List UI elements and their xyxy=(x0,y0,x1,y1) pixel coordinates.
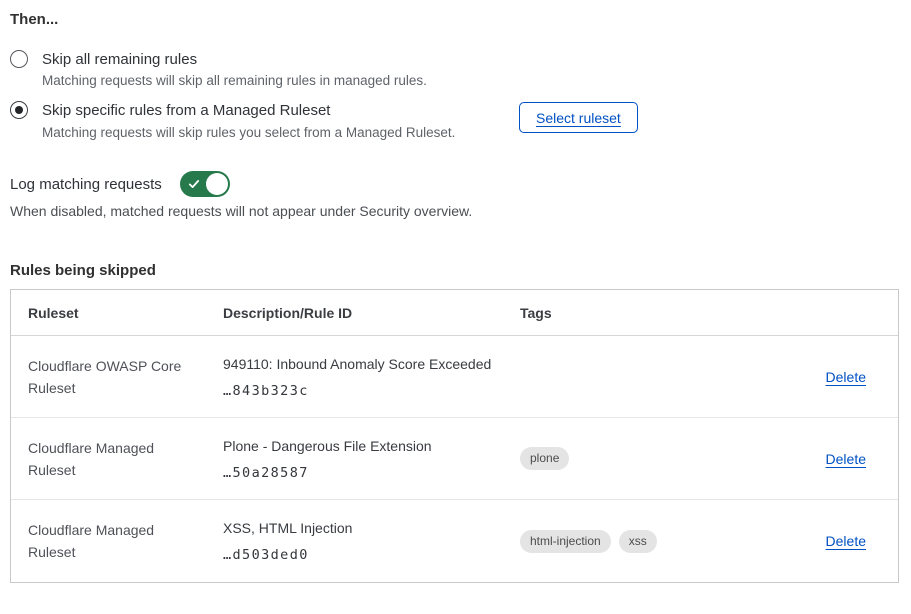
rule-id: …843b323c xyxy=(223,383,506,399)
column-header-tags: Tags xyxy=(506,305,778,321)
rule-description-cell: Plone - Dangerous File Extension …50a285… xyxy=(206,437,506,481)
radio-skip-specific-rules-label[interactable]: Skip specific rules from a Managed Rules… xyxy=(42,101,330,121)
radio-skip-all-rules[interactable] xyxy=(10,50,28,68)
table-row: Cloudflare Managed Ruleset XSS, HTML Inj… xyxy=(11,500,898,582)
table-row: Cloudflare Managed Ruleset Plone - Dange… xyxy=(11,418,898,500)
select-ruleset-button[interactable]: Select ruleset xyxy=(519,102,638,133)
delete-link[interactable]: Delete xyxy=(826,533,866,549)
table-header-row: Ruleset Description/Rule ID Tags xyxy=(11,290,898,336)
rule-description: 949110: Inbound Anomaly Score Exceeded xyxy=(223,355,506,374)
ruleset-name: Cloudflare OWASP Core Ruleset xyxy=(11,355,206,399)
tags-cell: html-injection xss xyxy=(506,530,778,553)
delete-link[interactable]: Delete xyxy=(826,369,866,385)
radio-skip-specific-rules[interactable] xyxy=(10,101,28,119)
then-heading: Then... xyxy=(10,11,58,28)
rule-description: Plone - Dangerous File Extension xyxy=(223,437,506,456)
tag-badge: xss xyxy=(619,530,657,553)
rule-description-cell: XSS, HTML Injection …d503ded0 xyxy=(206,519,506,563)
log-toggle-description: When disabled, matched requests will not… xyxy=(10,203,472,219)
tag-badge: plone xyxy=(520,447,569,470)
radio-skip-all-rules-description: Matching requests will skip all remainin… xyxy=(42,72,427,90)
delete-link[interactable]: Delete xyxy=(826,451,866,467)
rule-description: XSS, HTML Injection xyxy=(223,519,506,538)
tag-badge: html-injection xyxy=(520,530,611,553)
radio-skip-all-rules-label[interactable]: Skip all remaining rules xyxy=(42,50,197,70)
log-matching-requests-label: Log matching requests xyxy=(10,176,162,193)
log-matching-requests-toggle[interactable] xyxy=(180,171,230,197)
rules-being-skipped-heading: Rules being skipped xyxy=(10,262,156,279)
table-row: Cloudflare OWASP Core Ruleset 949110: In… xyxy=(11,336,898,418)
toggle-knob xyxy=(206,173,228,195)
tags-cell: plone xyxy=(506,447,778,470)
ruleset-name: Cloudflare Managed Ruleset xyxy=(11,519,206,563)
column-header-ruleset: Ruleset xyxy=(11,305,206,321)
skipped-rules-table: Ruleset Description/Rule ID Tags Cloudfl… xyxy=(10,289,899,583)
rule-id: …d503ded0 xyxy=(223,547,506,563)
rule-id: …50a28587 xyxy=(223,465,506,481)
radio-skip-specific-rules-description: Matching requests will skip rules you se… xyxy=(42,124,455,142)
check-icon xyxy=(188,178,200,190)
column-header-description: Description/Rule ID xyxy=(206,305,506,321)
radio-selected-dot xyxy=(15,106,23,114)
rule-description-cell: 949110: Inbound Anomaly Score Exceeded …… xyxy=(206,355,506,399)
ruleset-name: Cloudflare Managed Ruleset xyxy=(11,437,206,481)
